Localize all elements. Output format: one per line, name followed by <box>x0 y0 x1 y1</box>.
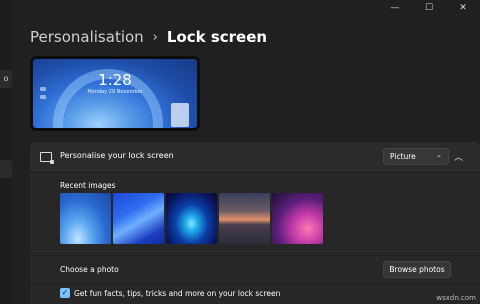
chevron-right-icon: › <box>152 29 158 45</box>
dropdown-value: Picture <box>390 152 416 161</box>
recent-image-thumbnail[interactable] <box>166 193 217 244</box>
recent-image-thumbnail[interactable] <box>272 193 323 244</box>
sidebar-item-glyph: o <box>3 74 9 83</box>
preview-status-widget <box>171 103 189 127</box>
watermark: wsxdn.com <box>436 294 476 302</box>
maximize-button[interactable]: ☐ <box>412 0 446 16</box>
close-button[interactable]: ✕ <box>446 0 480 16</box>
navigation-sidebar: o <box>0 0 12 304</box>
lock-screen-preview: 1:28 Monday 29 November <box>30 56 200 131</box>
recent-images-section: Recent images <box>30 173 480 255</box>
preview-time: 1:28 <box>98 71 132 89</box>
lock-screen-picture-icon <box>40 152 54 164</box>
recent-image-thumbnail[interactable] <box>219 193 270 244</box>
window-controls: — ☐ ✕ <box>378 0 480 16</box>
preview-app-icon <box>40 95 46 99</box>
choose-photo-label: Choose a photo <box>60 265 119 274</box>
recent-image-thumbnail[interactable] <box>60 193 111 244</box>
sidebar-item[interactable]: o <box>0 70 12 88</box>
choose-photo-row: Choose a photo Browse photos <box>30 256 480 283</box>
personalise-lock-screen-header[interactable]: Personalise your lock screen Picture ⌄ ︿ <box>30 142 480 172</box>
preview-wallpaper: 1:28 Monday 29 November <box>33 59 197 128</box>
fun-facts-row: ✓ Get fun facts, tips, tricks and more o… <box>30 284 480 304</box>
chevron-down-icon: ⌄ <box>436 151 442 159</box>
personalise-lock-screen-label: Personalise your lock screen <box>60 151 174 160</box>
browse-photos-button[interactable]: Browse photos <box>383 261 451 278</box>
preview-date: Monday 29 November <box>87 89 143 95</box>
recent-images-list <box>60 193 323 244</box>
minimize-button[interactable]: — <box>378 0 412 16</box>
fun-facts-checkbox[interactable]: ✓ <box>60 288 70 298</box>
recent-image-thumbnail[interactable] <box>113 193 164 244</box>
breadcrumb: Personalisation › Lock screen <box>30 28 267 46</box>
preview-app-icon <box>40 87 46 91</box>
breadcrumb-parent-link[interactable]: Personalisation <box>30 28 144 46</box>
recent-images-label: Recent images <box>60 181 116 190</box>
page-title: Lock screen <box>166 28 268 46</box>
chevron-up-icon[interactable]: ︿ <box>454 150 463 163</box>
lock-screen-type-dropdown[interactable]: Picture ⌄ <box>383 148 449 165</box>
sidebar-item-active[interactable] <box>0 160 12 178</box>
fun-facts-label: Get fun facts, tips, tricks and more on … <box>74 289 281 298</box>
